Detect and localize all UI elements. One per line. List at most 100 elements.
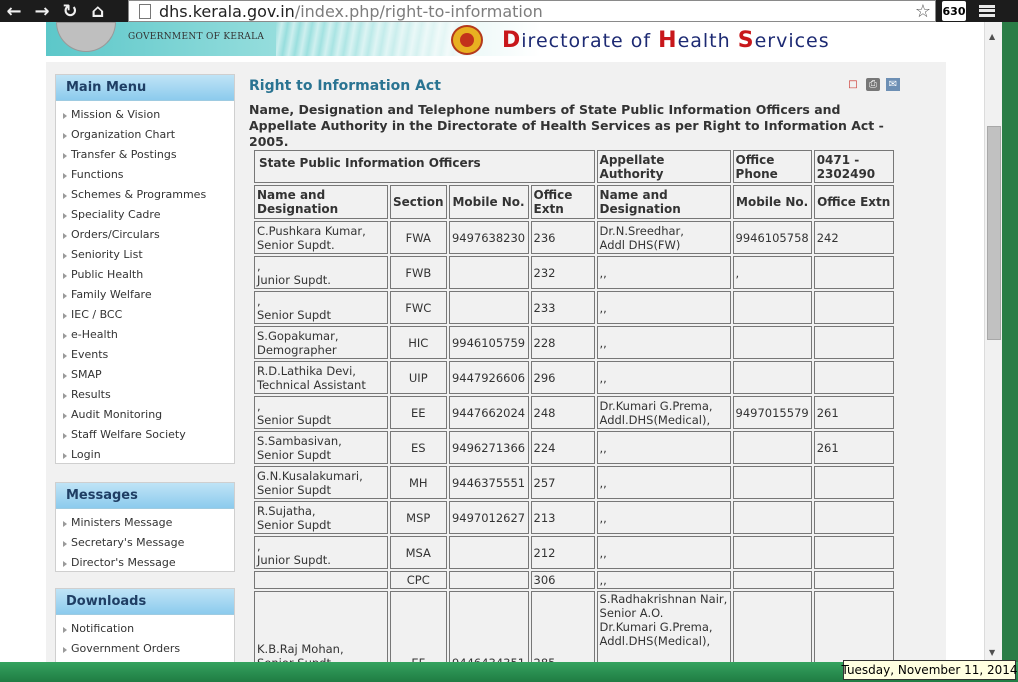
main-menu-item[interactable]: Results bbox=[56, 385, 234, 405]
bookmark-star-icon[interactable]: ☆ bbox=[915, 1, 931, 22]
main-menu-item[interactable]: Transfer & Postings bbox=[56, 145, 234, 165]
kerala-emblem-icon bbox=[56, 22, 116, 52]
main-menu-item[interactable]: Speciality Cadre bbox=[56, 205, 234, 225]
table-row: , Junior Supdt. FWB 232,,, bbox=[254, 256, 894, 289]
pdf-icon[interactable]: □ bbox=[846, 78, 860, 91]
home-icon[interactable]: ⌂ bbox=[84, 0, 112, 22]
table-cell: FWA bbox=[390, 221, 447, 254]
main-menu-item[interactable]: Organization Chart bbox=[56, 125, 234, 145]
site-title-part: ervices bbox=[754, 30, 830, 52]
column-header: Section bbox=[390, 185, 447, 219]
table-cell: 261 bbox=[813, 396, 894, 429]
table-cell: HIC bbox=[390, 326, 447, 359]
table-cell: CPC bbox=[390, 571, 447, 589]
site-title-part: H bbox=[658, 28, 678, 53]
main-menu-item[interactable]: Functions bbox=[56, 165, 234, 185]
table-row: R.Sujatha, Senior Supdt MSP 9497012627 213,… bbox=[254, 501, 894, 534]
table-cell bbox=[813, 291, 894, 324]
page-title: Right to Information Act bbox=[249, 78, 441, 94]
site-title-part: S bbox=[737, 28, 755, 53]
table-cell: ,, bbox=[596, 326, 731, 359]
table-cell: ,, bbox=[596, 256, 731, 289]
table-cell: 9446375551 bbox=[448, 466, 529, 499]
table-cell: 242 bbox=[813, 221, 894, 254]
hamburger-menu-icon[interactable] bbox=[978, 2, 996, 20]
main-menu-item[interactable]: Mission & Vision bbox=[56, 105, 234, 125]
table-cell: 213 bbox=[530, 501, 595, 534]
vertical-scrollbar[interactable]: ▲ ▼ bbox=[984, 22, 1002, 662]
table-cell: UIP bbox=[390, 361, 447, 394]
main-menu-item[interactable]: Public Health bbox=[56, 265, 234, 285]
appellate-header: Appellate Authority bbox=[596, 150, 731, 183]
table-cell: 236 bbox=[530, 221, 595, 254]
main-menu-list: Mission & Vision Organization Chart Transf… bbox=[56, 101, 234, 471]
table-row: G.N.Kusalakumari, Senior Supdt MH 94463755… bbox=[254, 466, 894, 499]
main-menu-item[interactable]: Schemes & Programmes bbox=[56, 185, 234, 205]
table-cell: ,, bbox=[596, 361, 731, 394]
table-cell bbox=[813, 466, 894, 499]
table-cell bbox=[732, 466, 812, 499]
site-title-part: D bbox=[502, 28, 522, 53]
table-cell: 9497015579 bbox=[732, 396, 812, 429]
table-cell: ,, bbox=[596, 571, 731, 589]
main-menu-item[interactable]: Seniority List bbox=[56, 245, 234, 265]
print-icon[interactable]: ⎙ bbox=[866, 78, 880, 91]
back-icon[interactable]: ← bbox=[0, 0, 28, 22]
table-cell: K.B.Raj Mohan, Senior Supdt bbox=[254, 591, 388, 662]
table-cell bbox=[448, 536, 529, 569]
reload-icon[interactable]: ↻ bbox=[56, 0, 84, 22]
scroll-up-icon[interactable]: ▲ bbox=[989, 32, 995, 41]
table-cell: C.Pushkara Kumar, Senior Supdt. bbox=[254, 221, 388, 254]
table-cell bbox=[448, 571, 529, 589]
rti-officers-table: State Public Information Officers Appell… bbox=[252, 148, 896, 662]
table-row: CPC 306,, bbox=[254, 571, 894, 589]
spio-header: State Public Information Officers bbox=[254, 150, 595, 183]
table-cell: 9946105758 bbox=[732, 221, 812, 254]
scroll-down-icon[interactable]: ▼ bbox=[989, 648, 995, 657]
table-cell bbox=[732, 591, 812, 662]
table-cell: 9447662024 bbox=[448, 396, 529, 429]
main-menu-item[interactable]: SMAP bbox=[56, 365, 234, 385]
main-menu-item[interactable]: Audit Monitoring bbox=[56, 405, 234, 425]
messages-menu-item[interactable]: Ministers Message bbox=[56, 513, 234, 533]
table-cell: 233 bbox=[530, 291, 595, 324]
table-cell bbox=[732, 501, 812, 534]
table-row: R.D.Lathika Devi, Technical Assistant UIP… bbox=[254, 361, 894, 394]
main-menu-item[interactable]: Login bbox=[56, 445, 234, 465]
table-cell: ,, bbox=[596, 501, 731, 534]
site-title-part: irectorate of bbox=[521, 30, 659, 52]
table-cell bbox=[813, 501, 894, 534]
main-menu-item[interactable]: IEC / BCC bbox=[56, 305, 234, 325]
main-menu-item[interactable]: e-Health bbox=[56, 325, 234, 345]
table-row: S.Gopakumar, Demographer HIC 9946105759 228… bbox=[254, 326, 894, 359]
table-cell: ,, bbox=[596, 536, 731, 569]
column-header: Office Extn bbox=[813, 185, 894, 219]
page-description: Name, Designation and Telephone numbers … bbox=[249, 102, 884, 149]
table-cell bbox=[448, 291, 529, 324]
table-cell: , Senior Supdt bbox=[254, 396, 388, 429]
page-tools: □ ⎙ ✉ bbox=[846, 78, 900, 91]
column-header: Mobile No. bbox=[732, 185, 812, 219]
address-bar[interactable]: dhs.kerala.gov.in/index.php/right-to-inf… bbox=[128, 0, 936, 22]
table-cell bbox=[732, 361, 812, 394]
main-menu-item[interactable]: Staff Welfare Society bbox=[56, 425, 234, 445]
forward-icon[interactable]: → bbox=[28, 0, 56, 22]
main-menu-item[interactable]: Family Welfare bbox=[56, 285, 234, 305]
table-header-row-1: State Public Information Officers Appell… bbox=[254, 150, 894, 183]
main-menu-item[interactable]: Orders/Circulars bbox=[56, 225, 234, 245]
table-cell: 228 bbox=[530, 326, 595, 359]
table-cell: MSP bbox=[390, 501, 447, 534]
email-icon[interactable]: ✉ bbox=[886, 78, 900, 91]
table-cell bbox=[813, 591, 894, 662]
messages-menu-item[interactable]: Secretary's Message bbox=[56, 533, 234, 553]
extension-icon[interactable]: 630 bbox=[942, 1, 966, 21]
column-header: Mobile No. bbox=[448, 185, 529, 219]
scrollbar-thumb[interactable] bbox=[987, 126, 1001, 340]
table-cell bbox=[813, 571, 894, 589]
table-cell: 306 bbox=[530, 571, 595, 589]
downloads-menu-item[interactable]: Notification bbox=[56, 619, 234, 639]
main-menu-title: Main Menu bbox=[56, 75, 234, 101]
messages-menu-item[interactable]: Director's Message bbox=[56, 553, 234, 573]
main-menu-item[interactable]: Events bbox=[56, 345, 234, 365]
downloads-menu-item[interactable]: Government Orders bbox=[56, 639, 234, 659]
